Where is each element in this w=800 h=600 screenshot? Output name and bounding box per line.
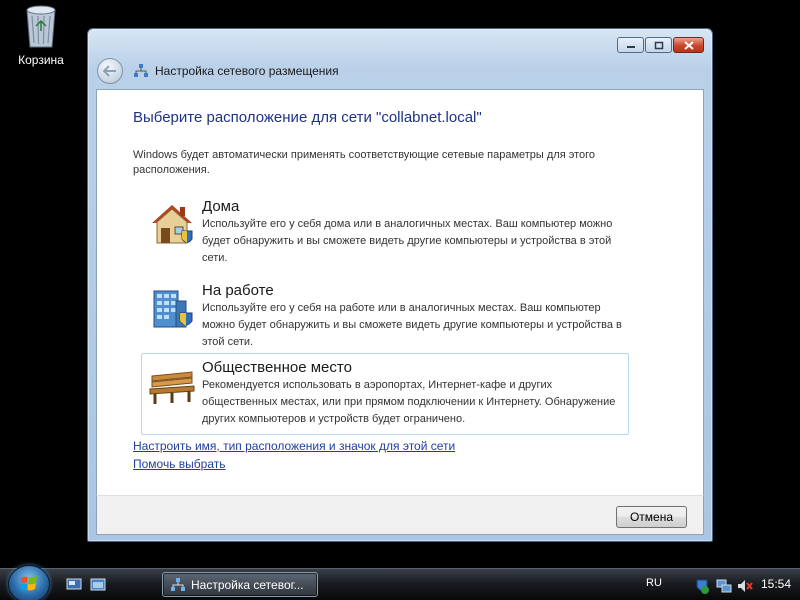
language-indicator[interactable]: RU <box>646 577 662 589</box>
recycle-bin-icon <box>21 2 61 50</box>
network-icon <box>133 63 149 79</box>
option-work-title: На работе <box>202 282 274 299</box>
taskbar-window-button[interactable]: Настройка сетевог... <box>162 572 318 597</box>
customize-network-link[interactable]: Настроить имя, тип расположения и значок… <box>133 439 455 453</box>
recycle-bin-label: Корзина <box>18 53 64 67</box>
option-work[interactable]: На работе Используйте его у себя на рабо… <box>141 276 629 358</box>
dialog-footer: Отмена <box>96 495 704 535</box>
taskbar: Настройка сетевог... RU 15:54 <box>0 565 800 600</box>
clock[interactable]: 15:54 <box>761 577 791 591</box>
option-work-description: Используйте его у себя на работе или в а… <box>202 302 622 348</box>
switch-windows-icon[interactable] <box>90 578 106 592</box>
option-home-title: Дома <box>202 198 240 215</box>
taskbar-window-label: Настройка сетевог... <box>191 577 304 592</box>
network-icon <box>171 577 185 591</box>
page-heading: Выберите расположение для сети "collabne… <box>133 109 482 126</box>
maximize-button[interactable] <box>645 37 672 53</box>
back-arrow-icon <box>103 65 116 77</box>
intro-text: Windows будет автоматически применять со… <box>133 149 596 176</box>
content-panel: Выберите расположение для сети "collabne… <box>96 89 704 495</box>
show-desktop-icon[interactable] <box>66 578 82 592</box>
minimize-button[interactable] <box>617 37 644 53</box>
navigation-bar: Настройка сетевого размещения <box>97 57 339 85</box>
option-public-description: Рекомендуется использовать в аэропортах,… <box>202 379 616 425</box>
network-location-window: Настройка сетевого размещения Выберите р… <box>87 28 713 542</box>
close-icon <box>683 40 694 50</box>
house-icon <box>148 201 198 247</box>
volume-muted-icon[interactable] <box>737 578 753 594</box>
park-bench-icon <box>148 362 198 408</box>
close-button[interactable] <box>673 37 704 53</box>
office-building-icon <box>148 285 198 331</box>
cancel-button[interactable]: Отмена <box>616 506 687 528</box>
option-home-description: Используйте его у себя дома или в аналог… <box>202 218 613 264</box>
start-button[interactable] <box>8 565 50 600</box>
caption-buttons <box>617 37 704 53</box>
option-home[interactable]: Дома Используйте его у себя дома или в а… <box>141 192 629 274</box>
recycle-bin-desktop-icon[interactable]: Корзина <box>10 2 72 67</box>
security-shield-icon[interactable] <box>694 578 710 594</box>
back-button[interactable] <box>97 58 123 84</box>
option-public-title: Общественное место <box>202 359 352 376</box>
windows-logo-icon <box>20 576 37 591</box>
network-tray-icon[interactable] <box>716 578 732 594</box>
help-choose-link[interactable]: Помочь выбрать <box>133 457 226 471</box>
window-title: Настройка сетевого размещения <box>155 64 339 78</box>
option-public[interactable]: Общественное место Рекомендуется использ… <box>141 353 629 435</box>
